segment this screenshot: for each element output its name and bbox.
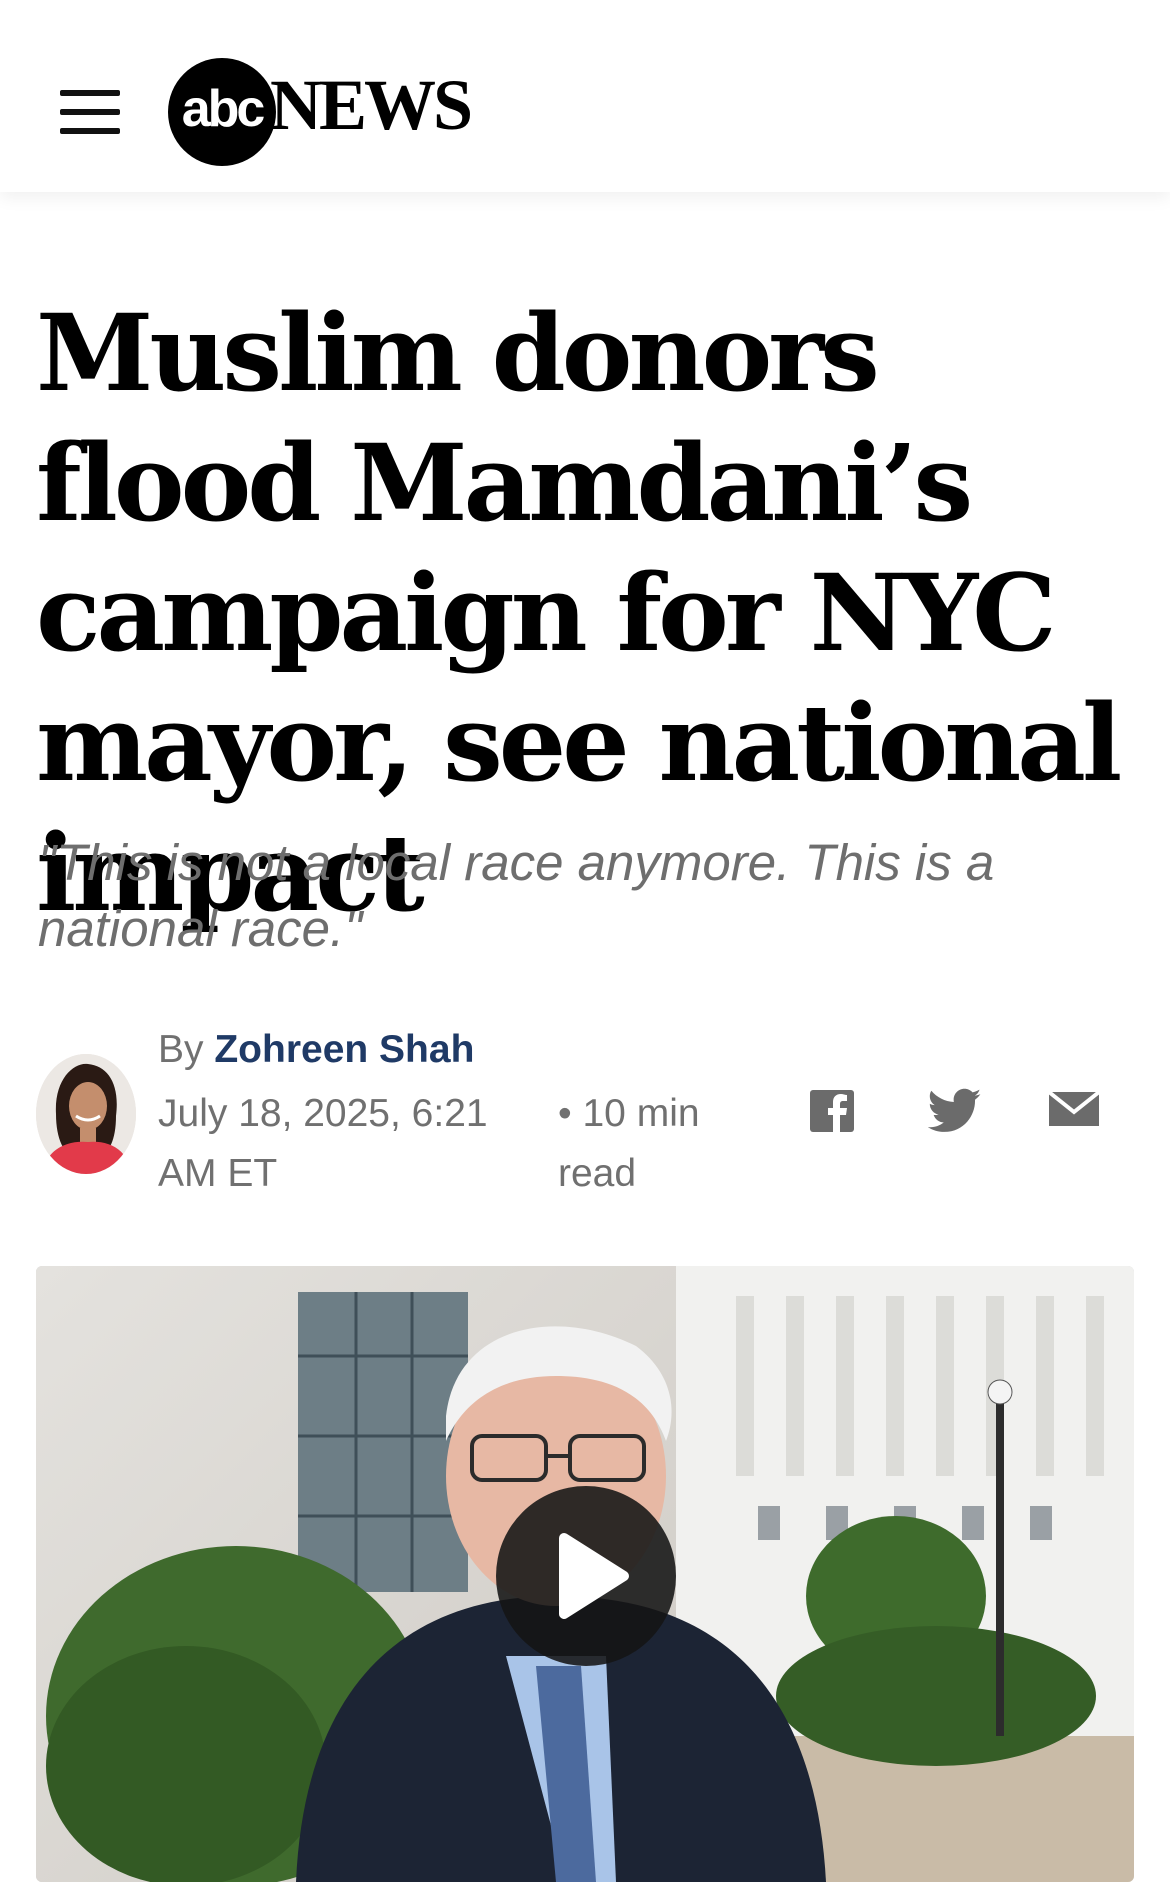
read-time: • 10 min read: [558, 1092, 700, 1195]
logo-abc-circle: abc: [168, 58, 276, 166]
publish-date: July 18, 2025, 6:21 AM ET: [158, 1092, 488, 1195]
video-player[interactable]: [36, 1266, 1134, 1882]
author-link[interactable]: Zohreen Shah: [214, 1028, 474, 1071]
author-avatar[interactable]: [36, 1054, 136, 1174]
facebook-icon[interactable]: [810, 1088, 856, 1138]
byline-prefix: By: [158, 1028, 204, 1071]
site-header: abc NEWS: [0, 0, 1170, 192]
play-icon[interactable]: [496, 1486, 676, 1666]
article-dek: "This is not a local race anymore. This …: [38, 834, 995, 957]
abc-news-logo[interactable]: abc NEWS: [168, 58, 473, 166]
byline: By Zohreen Shah: [158, 1028, 474, 1072]
logo-news-text: NEWS: [270, 64, 473, 145]
email-icon[interactable]: [1047, 1088, 1101, 1138]
twitter-icon[interactable]: [927, 1088, 982, 1138]
hamburger-menu-icon[interactable]: [60, 90, 120, 134]
